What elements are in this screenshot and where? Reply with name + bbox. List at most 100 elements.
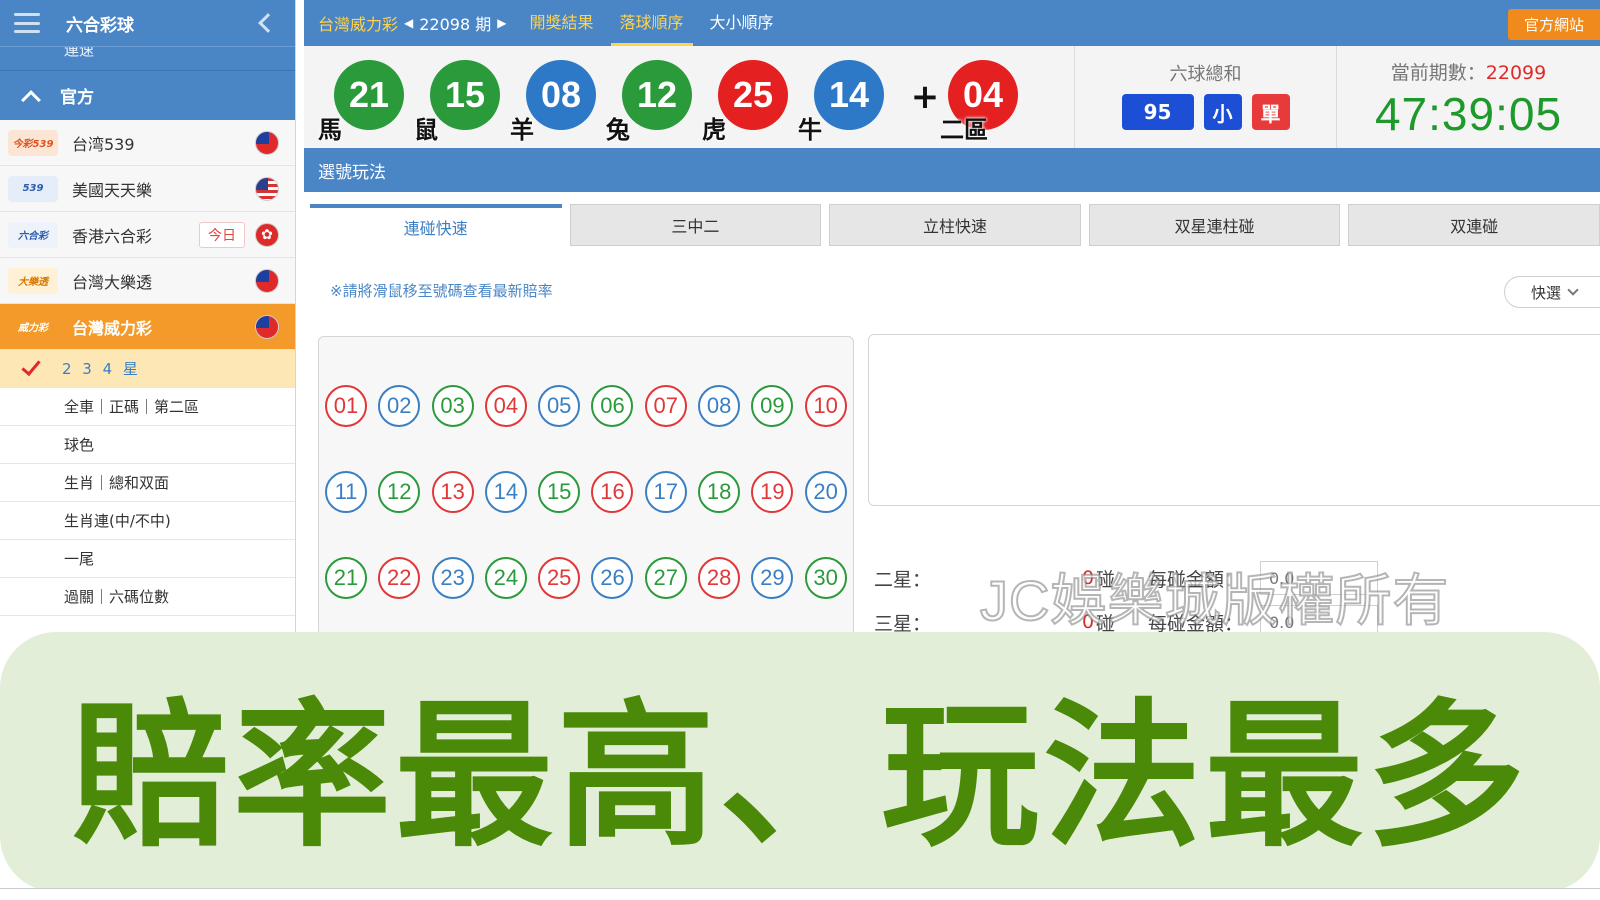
number-ball[interactable]: 05 bbox=[538, 385, 581, 427]
ball-zodiac: 牛 bbox=[798, 116, 822, 144]
tab-2[interactable]: 三中二 bbox=[569, 204, 822, 246]
ball-number: 12 bbox=[622, 60, 692, 130]
result-ball: 12 兔 bbox=[606, 46, 714, 148]
lottery-item[interactable]: 大樂透 台灣大樂透 bbox=[0, 258, 295, 304]
lottery-logo: 大樂透 bbox=[8, 267, 58, 294]
official-site-button[interactable]: 官方網站 bbox=[1507, 9, 1600, 40]
number-ball[interactable]: 28 bbox=[698, 557, 741, 599]
special-ball: 04 二區 bbox=[940, 46, 1040, 148]
sum-box: 六球總和 95 小 單 bbox=[1074, 46, 1336, 148]
number-ball[interactable]: 16 bbox=[591, 471, 634, 513]
ball-zodiac: 鼠 bbox=[414, 116, 438, 144]
ball-number: 21 bbox=[334, 60, 404, 130]
number-ball[interactable]: 17 bbox=[644, 471, 687, 513]
number-ball[interactable]: 10 bbox=[804, 385, 847, 427]
number-ball[interactable]: 11 bbox=[325, 471, 367, 513]
lottery-item[interactable]: 威力彩 台灣威力彩 bbox=[0, 304, 295, 350]
number-ball[interactable]: 12 bbox=[378, 471, 421, 513]
sum-parity-badge: 單 bbox=[1251, 94, 1290, 130]
number-ball[interactable]: 21 bbox=[325, 557, 367, 599]
number-ball[interactable]: 22 bbox=[378, 557, 421, 599]
tab-size-order[interactable]: 大小順序 bbox=[701, 0, 783, 46]
quick-select-dropdown[interactable]: 快選 bbox=[1504, 276, 1600, 308]
current-period-text: 當前期數： bbox=[1390, 62, 1486, 84]
sub-menu-label: 全車｜正碼｜第二區 bbox=[64, 398, 200, 416]
sum-label: 六球總和 bbox=[1169, 64, 1242, 85]
number-ball[interactable]: 03 bbox=[431, 385, 474, 427]
ball-number: 14 bbox=[814, 60, 884, 130]
result-ball: 14 牛 bbox=[798, 46, 906, 148]
lottery-label: 香港六合彩 bbox=[72, 226, 153, 246]
number-ball[interactable]: 26 bbox=[591, 557, 634, 599]
odds-hint: ※請將滑鼠移至號碼查看最新賠率 bbox=[330, 282, 553, 300]
sidebar-title: 六合彩球 bbox=[66, 15, 134, 36]
countdown-timer: 47:39:05 bbox=[1374, 88, 1563, 140]
top-bar: 台灣威力彩 ◀ 22098 期 ▶ 開獎結果 落球順序 大小順序 官方網站 bbox=[304, 0, 1600, 46]
flag-tw-icon bbox=[255, 314, 279, 339]
lottery-item[interactable]: 539 美國天天樂 bbox=[0, 166, 295, 212]
number-ball[interactable]: 15 bbox=[538, 471, 581, 513]
play-tabs: 連碰快速 三中二 立柱快速 双星連柱碰 双連碰 bbox=[310, 204, 1600, 246]
flag-tw-icon bbox=[255, 130, 279, 155]
tab-1[interactable]: 連碰快速 bbox=[310, 204, 562, 246]
tab-3[interactable]: 立柱快速 bbox=[829, 204, 1081, 246]
sub-menu-item[interactable]: 生肖連(中/不中) bbox=[0, 502, 295, 540]
section-title: 選號玩法 bbox=[304, 148, 1600, 192]
number-ball[interactable]: 20 bbox=[804, 471, 847, 513]
plus-sign: + bbox=[910, 77, 940, 117]
number-ball[interactable]: 29 bbox=[751, 557, 794, 599]
lottery-label: 美國天天樂 bbox=[72, 180, 153, 200]
number-ball[interactable]: 14 bbox=[484, 471, 527, 513]
today-badge: 今日 bbox=[199, 221, 245, 248]
ball-zodiac: 馬 bbox=[318, 116, 342, 144]
sidebar-group-official[interactable]: 官方 bbox=[0, 70, 295, 120]
sub-menu-label: 2 3 4 星 bbox=[62, 360, 141, 378]
flag-hk-icon: ✿ bbox=[255, 222, 279, 247]
number-ball[interactable]: 08 bbox=[698, 385, 741, 427]
current-lottery[interactable]: 台灣威力彩 bbox=[318, 11, 398, 35]
sub-menu-label: 一尾 bbox=[64, 550, 95, 568]
number-ball[interactable]: 30 bbox=[804, 557, 847, 599]
tab-drop-order[interactable]: 落球順序 bbox=[610, 0, 693, 46]
sub-menu-item[interactable]: 2 3 4 星 bbox=[0, 350, 295, 388]
sub-menu-item[interactable]: 球色 bbox=[0, 426, 295, 464]
sub-menu-item[interactable]: 一尾 bbox=[0, 540, 295, 578]
sidebar-item-cut[interactable]: 連速 bbox=[0, 46, 295, 70]
lottery-item[interactable]: 六合彩 香港六合彩 今日 ✿ bbox=[0, 212, 295, 258]
sidebar-header: 六合彩球 bbox=[0, 0, 295, 46]
prev-period-icon[interactable]: ◀ bbox=[404, 16, 413, 30]
number-ball[interactable]: 25 bbox=[538, 557, 581, 599]
lottery-list: 今彩539 台湾539 539 美國天天樂 六合彩 香港六合彩 今日 ✿ 大樂透 台灣大樂透 威力彩… bbox=[0, 120, 295, 350]
number-ball[interactable]: 02 bbox=[378, 385, 421, 427]
number-ball[interactable]: 06 bbox=[591, 385, 634, 427]
sub-menu-item[interactable]: 全車｜正碼｜第二區 bbox=[0, 388, 295, 426]
next-period-icon[interactable]: ▶ bbox=[497, 16, 506, 30]
promo-banner: 賠率最高、玩法最多 bbox=[0, 632, 1600, 892]
tab-draw-results[interactable]: 開獎結果 bbox=[520, 0, 602, 46]
lottery-label: 台灣大樂透 bbox=[72, 272, 153, 292]
number-ball[interactable]: 19 bbox=[751, 471, 794, 513]
sum-total-badge: 95 bbox=[1121, 94, 1194, 130]
lottery-item[interactable]: 今彩539 台湾539 bbox=[0, 120, 295, 166]
sum-size-badge: 小 bbox=[1203, 94, 1242, 130]
number-ball[interactable]: 01 bbox=[325, 385, 367, 427]
tab-4[interactable]: 双星連柱碰 bbox=[1088, 204, 1341, 246]
collapse-icon[interactable] bbox=[258, 13, 278, 33]
number-ball[interactable]: 13 bbox=[431, 471, 474, 513]
number-ball[interactable]: 07 bbox=[644, 385, 687, 427]
number-ball[interactable]: 27 bbox=[644, 557, 687, 599]
sub-menu-item[interactable]: 生肖｜總和双面 bbox=[0, 464, 295, 502]
number-ball[interactable]: 04 bbox=[484, 385, 527, 427]
sub-menu-list: 2 3 4 星全車｜正碼｜第二區球色 生肖｜總和双面生肖連(中/不中) 一尾過關｜六… bbox=[0, 350, 295, 616]
number-ball[interactable]: 24 bbox=[484, 557, 527, 599]
sub-menu-label: 生肖連(中/不中) bbox=[64, 512, 171, 530]
ball-zodiac: 虎 bbox=[702, 116, 726, 144]
number-ball[interactable]: 18 bbox=[698, 471, 741, 513]
tab-5[interactable]: 双連碰 bbox=[1348, 204, 1600, 246]
number-ball[interactable]: 23 bbox=[431, 557, 474, 599]
menu-icon[interactable] bbox=[14, 13, 40, 33]
sub-menu-item[interactable]: 過關｜六碼位數 bbox=[0, 578, 295, 616]
ball-number: 15 bbox=[430, 60, 500, 130]
number-ball[interactable]: 09 bbox=[751, 385, 794, 427]
selection-textarea[interactable] bbox=[868, 334, 1600, 506]
